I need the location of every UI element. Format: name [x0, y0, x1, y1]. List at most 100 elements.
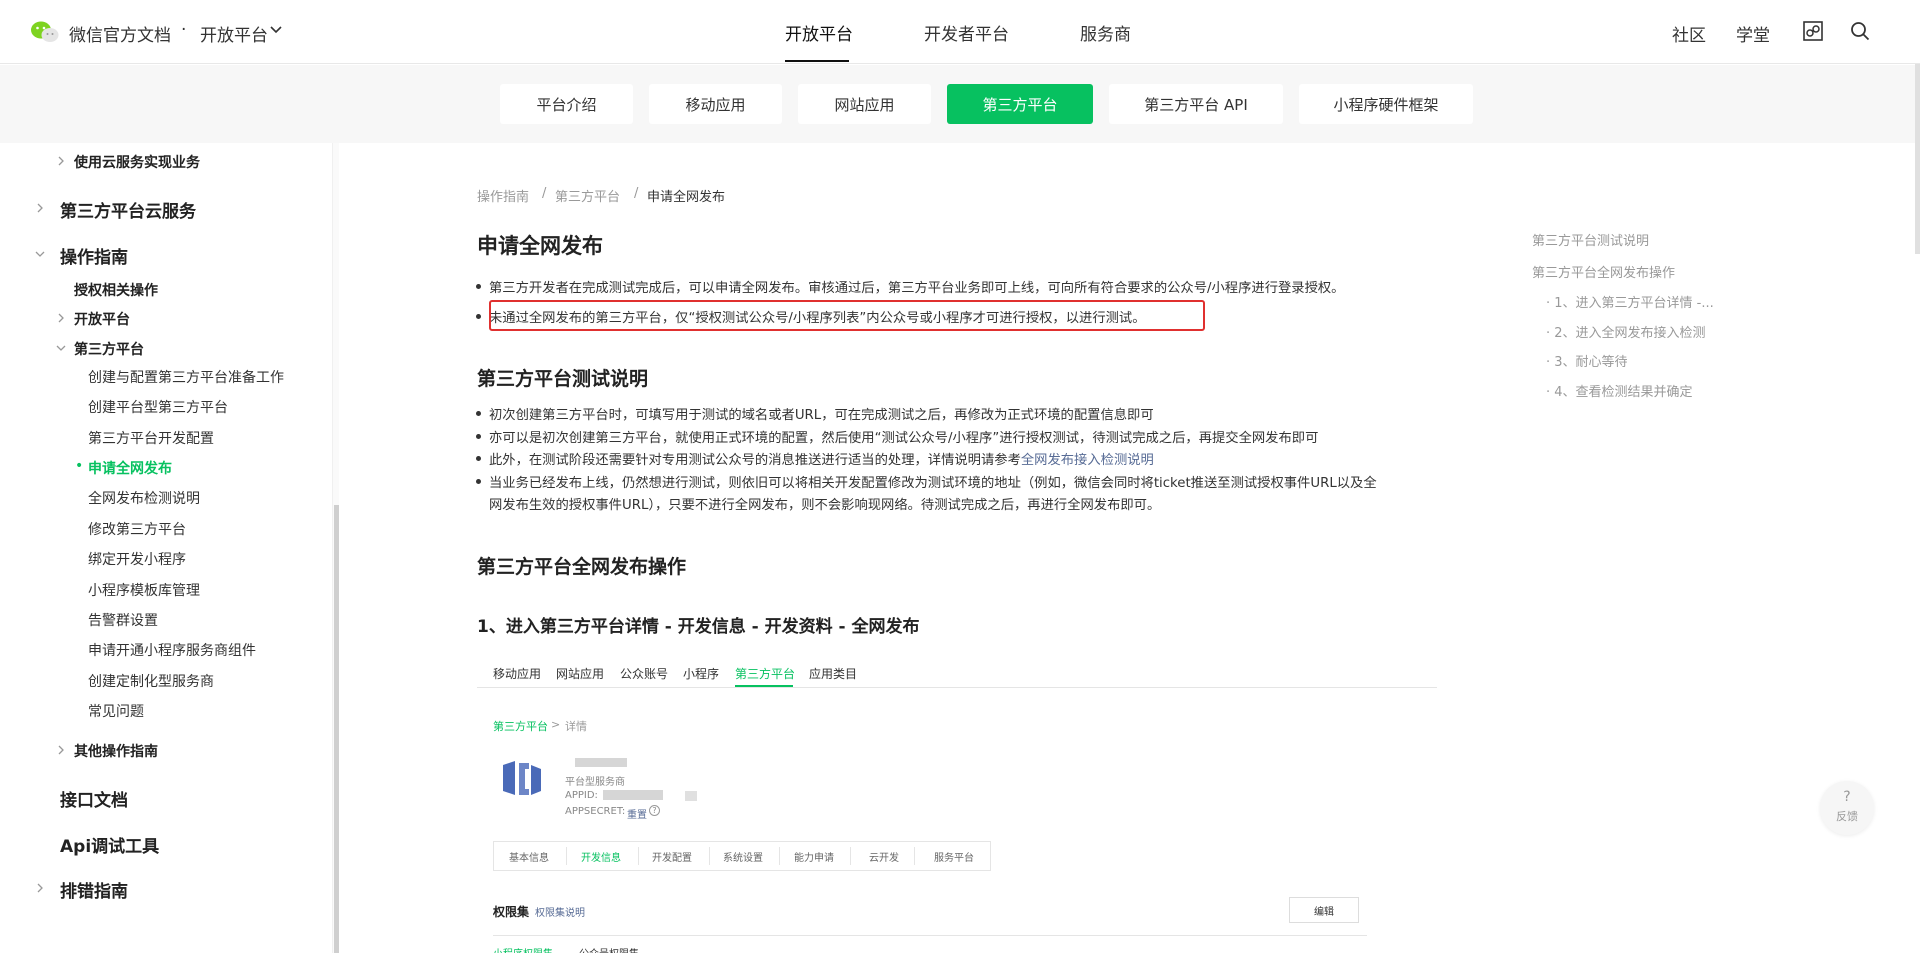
sidebar-item-alert-group[interactable]: 告警群设置	[88, 610, 158, 630]
step1-title: 1、进入第三方平台详情 - 开发信息 - 开发资料 - 全网发布	[477, 617, 920, 637]
search-icon[interactable]	[1849, 20, 1871, 42]
toc-release-ops[interactable]: 第三方平台全网发布操作	[1532, 262, 1675, 281]
emb-crumb-detail: 详情	[565, 720, 587, 733]
page-scrollbar-thumb[interactable]	[1915, 64, 1920, 254]
sidebar-item-open-platform[interactable]: 开放平台	[74, 309, 130, 329]
breadcrumb-current: 申请全网发布	[647, 190, 726, 205]
toc-step1[interactable]: · 1、进入第三方平台详情 -...	[1546, 292, 1714, 311]
subnav-mobile-app[interactable]: 移动应用	[649, 84, 782, 124]
toc-test-note[interactable]: 第三方平台测试说明	[1532, 230, 1649, 249]
feedback-icon: ?	[1843, 789, 1851, 805]
sidebar-item-troubleshoot[interactable]: 排错指南	[60, 877, 128, 902]
platform-selector[interactable]: 开放平台	[200, 21, 268, 46]
nav-open-platform[interactable]: 开放平台	[785, 0, 853, 64]
sidebar-item-api-debug[interactable]: Api调试工具	[60, 832, 159, 857]
sidebar-item-api-docs[interactable]: 接口文档	[60, 786, 128, 811]
subnav-platform-intro[interactable]: 平台介绍	[500, 84, 633, 124]
test-note-item: 当业务已经发布上线，仍然想进行测试，则依旧可以将相关开发配置修改为测试环境的地址…	[476, 472, 1377, 491]
sidebar-scrollbar-thumb[interactable]	[334, 505, 339, 953]
wechat-logo-icon[interactable]	[30, 20, 60, 44]
sidebar-item-service-component[interactable]: 申请开通小程序服务商组件	[88, 640, 256, 660]
feedback-label: 反馈	[1836, 810, 1858, 823]
sidebar-item-template-mgmt[interactable]: 小程序模板库管理	[88, 580, 200, 600]
sidebar-item-custom-provider[interactable]: 创建定制化型服务商	[88, 671, 214, 691]
subnav-website-app[interactable]: 网站应用	[798, 84, 931, 124]
emb-crumb-sep: >	[551, 718, 561, 731]
sidebar-item-faq[interactable]: 常见问题	[88, 701, 144, 721]
toc-step4[interactable]: · 4、查看检测结果并确定	[1546, 381, 1693, 400]
chevron-right-icon[interactable]	[56, 313, 66, 323]
section-release-title: 第三方平台全网发布操作	[477, 556, 687, 578]
brand-separator: ·	[181, 20, 187, 40]
breadcrumb-operation-guide[interactable]: 操作指南	[477, 186, 529, 205]
highlight-box	[489, 300, 1205, 331]
subnav-third-party-platform[interactable]: 第三方平台	[947, 84, 1093, 124]
chevron-right-icon[interactable]	[56, 156, 66, 166]
sub-navigation: 平台介绍 移动应用 网站应用 第三方平台 第三方平台 API 小程序硬件框架	[0, 65, 1920, 143]
emb-tab-devconfig: 开发配置	[652, 853, 692, 864]
sidebar-item-bind-miniprogram[interactable]: 绑定开发小程序	[88, 549, 186, 569]
emb-tab-sep	[779, 847, 780, 865]
sidebar-item-prep-work[interactable]: 创建与配置第三方平台准备工作	[88, 367, 284, 387]
emb-tab-sep	[850, 847, 851, 865]
sidebar-item-dev-config[interactable]: 第三方平台开发配置	[88, 428, 214, 448]
miniprogram-icon[interactable]	[1802, 20, 1824, 42]
sidebar-item-third-party-cloud[interactable]: 第三方平台云服务	[60, 197, 196, 222]
brand-title[interactable]: 微信官方文档	[69, 21, 171, 46]
section-test-title: 第三方平台测试说明	[477, 368, 649, 390]
sidebar-item-release-check[interactable]: 全网发布检测说明	[88, 488, 200, 508]
active-dot: •	[75, 458, 84, 474]
emb-edit-button: 编辑	[1289, 897, 1359, 923]
nav-active-indicator	[785, 60, 849, 62]
release-check-link[interactable]: 全网发布接入检测说明	[1021, 453, 1154, 468]
subnav-miniprogram-hardware[interactable]: 小程序硬件框架	[1299, 84, 1473, 124]
page-title: 申请全网发布	[477, 234, 603, 258]
emb-appid-label: APPID:	[565, 790, 598, 801]
emb-tab-service: 服务平台	[934, 853, 974, 864]
top-header: 微信官方文档 · 开放平台 开放平台 开发者平台 服务商 社区 学堂	[0, 0, 1920, 64]
emb-reset-link: 重置	[627, 810, 647, 821]
nav-service-provider[interactable]: 服务商	[1080, 0, 1131, 64]
sidebar-item-third-party[interactable]: 第三方平台	[74, 339, 144, 359]
platform-logo-icon	[503, 761, 541, 795]
test-note-item-continued: 网发布生效的授权事件URL），只要不进行全网发布，则不会影响现网络。待测试完成之…	[489, 498, 1161, 513]
sidebar-item-cloud-service-business[interactable]: 使用云服务实现业务	[74, 152, 200, 172]
community-link[interactable]: 社区	[1672, 21, 1706, 46]
nav-developer-platform[interactable]: 开发者平台	[924, 0, 1009, 64]
help-icon: ?	[649, 805, 660, 816]
emb-perm-miniprogram: 小程序权限集	[493, 945, 553, 953]
emb-tab-miniprogram: 小程序	[683, 667, 720, 681]
academy-link[interactable]: 学堂	[1736, 21, 1770, 46]
sidebar-item-modify-platform[interactable]: 修改第三方平台	[88, 519, 186, 539]
chevron-down-icon[interactable]	[35, 249, 45, 259]
emb-divider	[477, 687, 1437, 688]
sidebar-item-apply-release[interactable]: 申请全网发布	[88, 458, 172, 478]
emb-tab-capability: 能力申请	[794, 853, 834, 864]
feedback-button[interactable]: ? 反馈	[1820, 781, 1874, 835]
emb-type: 平台型服务商	[565, 777, 625, 788]
test-note-text: 此外，在测试阶段还需要针对专用测试公众号的消息推送进行适当的处理，详情说明请参考	[489, 453, 1021, 468]
sidebar-item-other-guides[interactable]: 其他操作指南	[74, 741, 158, 761]
chevron-down-icon[interactable]	[270, 25, 282, 35]
copy-icon	[685, 791, 697, 801]
toc-step3[interactable]: · 3、耐心等待	[1546, 351, 1628, 370]
chevron-right-icon[interactable]	[56, 745, 66, 755]
redacted-name	[575, 758, 627, 767]
chevron-down-icon[interactable]	[56, 343, 66, 353]
chevron-right-icon[interactable]	[35, 883, 45, 893]
emb-perm-link: 权限集说明	[535, 908, 585, 919]
chevron-right-icon[interactable]	[35, 203, 45, 213]
sidebar-item-operation-guide[interactable]: 操作指南	[60, 243, 128, 268]
test-note-item: 此外，在测试阶段还需要针对专用测试公众号的消息推送进行适当的处理，详情说明请参考…	[476, 449, 1154, 468]
intro-item: 第三方开发者在完成测试完成后，可以申请全网发布。审核通过后，第三方平台业务即可上…	[475, 277, 1344, 296]
emb-tab-sep	[709, 847, 710, 865]
toc-step2[interactable]: · 2、进入全网发布接入检测	[1546, 322, 1706, 341]
subnav-third-party-api[interactable]: 第三方平台 API	[1109, 84, 1283, 124]
emb-tab-mobile: 移动应用	[493, 667, 542, 681]
sidebar-item-create-platform[interactable]: 创建平台型第三方平台	[88, 397, 228, 417]
test-note-item: 亦可以是初次创建第三方平台，就使用正式环境的配置，然后使用“测试公众号/小程序”…	[475, 427, 1318, 446]
sidebar-item-auth-ops[interactable]: 授权相关操作	[74, 280, 158, 300]
emb-perm-title: 权限集	[493, 905, 530, 919]
emb-tab-web: 网站应用	[556, 667, 605, 681]
breadcrumb-third-party[interactable]: 第三方平台	[555, 186, 620, 205]
